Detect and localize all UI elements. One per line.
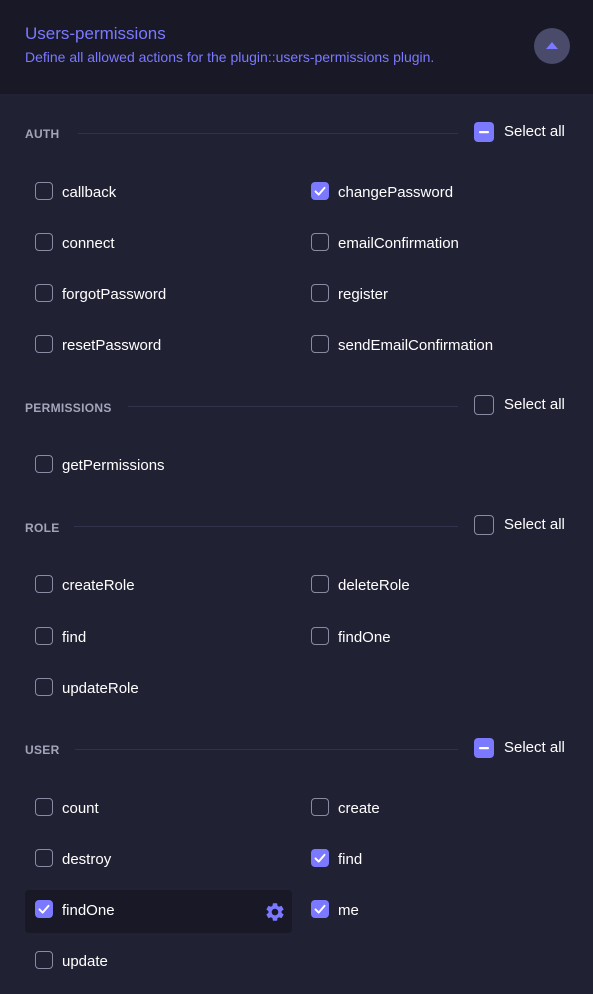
action-label: findOne	[338, 629, 391, 646]
checkbox[interactable]	[35, 951, 53, 969]
action-label: me	[338, 902, 359, 919]
action-auth-callback[interactable]: callback	[25, 181, 285, 205]
section-label-role: ROLE	[25, 521, 60, 535]
checkmark-icon	[314, 904, 326, 914]
action-label: deleteRole	[338, 577, 410, 594]
checkbox[interactable]	[35, 455, 53, 473]
action-label: update	[62, 953, 108, 970]
collapse-button[interactable]	[534, 28, 570, 64]
action-user-findone[interactable]: findOne	[25, 899, 255, 923]
action-user-create[interactable]: create	[301, 797, 561, 821]
checkbox[interactable]	[35, 182, 53, 200]
action-user-find[interactable]: find	[301, 848, 561, 872]
chevron-up-icon	[546, 42, 558, 49]
action-label: changePassword	[338, 184, 454, 201]
checkbox[interactable]	[35, 335, 53, 353]
section-label-user: USER	[25, 743, 60, 757]
action-label: count	[62, 800, 99, 817]
checkmark-icon	[38, 904, 50, 914]
action-label: forgotPassword	[62, 286, 167, 303]
checkbox[interactable]	[35, 627, 53, 645]
checkbox[interactable]	[311, 233, 329, 251]
action-auth-emailconfirmation[interactable]: emailConfirmation	[301, 232, 561, 256]
action-label: getPermissions	[62, 457, 165, 474]
checkbox[interactable]	[35, 233, 53, 251]
checkbox[interactable]	[311, 627, 329, 645]
checkbox[interactable]	[35, 678, 53, 696]
action-label: createRole	[62, 577, 135, 594]
select-all-checkbox[interactable]	[474, 395, 494, 415]
checkmark-icon	[314, 853, 326, 863]
action-label: resetPassword	[62, 337, 162, 354]
action-label: destroy	[62, 851, 112, 868]
checkbox[interactable]	[311, 335, 329, 353]
checkbox[interactable]	[311, 575, 329, 593]
action-auth-connect[interactable]: connect	[25, 232, 285, 256]
checkbox[interactable]	[35, 284, 53, 302]
action-user-me[interactable]: me	[301, 899, 561, 923]
checkbox[interactable]	[35, 798, 53, 816]
select-all-checkbox[interactable]	[474, 122, 494, 142]
section-divider	[128, 406, 458, 407]
checkbox[interactable]	[311, 849, 329, 867]
action-role-find[interactable]: find	[25, 626, 285, 650]
action-auth-forgotpassword[interactable]: forgotPassword	[25, 283, 285, 307]
action-role-updaterole[interactable]: updateRole	[25, 677, 285, 701]
action-auth-resetpassword[interactable]: resetPassword	[25, 334, 285, 358]
action-label: find	[62, 629, 87, 646]
checkbox[interactable]	[311, 798, 329, 816]
section-divider	[78, 133, 458, 134]
checkbox[interactable]	[35, 575, 53, 593]
section-divider	[75, 749, 458, 750]
action-label: create	[338, 800, 380, 817]
action-auth-register[interactable]: register	[301, 283, 561, 307]
plugin-subtitle: Define all allowed actions for the plugi…	[25, 49, 435, 65]
select-all-label: Select all	[504, 516, 565, 533]
select-all-checkbox[interactable]	[474, 738, 494, 758]
action-auth-changepassword[interactable]: changePassword	[301, 181, 561, 205]
action-label: findOne	[62, 902, 115, 919]
action-label: updateRole	[62, 680, 139, 697]
action-permissions-getpermissions[interactable]: getPermissions	[25, 454, 285, 478]
select-all-label: Select all	[504, 396, 565, 413]
action-role-createrole[interactable]: createRole	[25, 574, 285, 598]
checkbox[interactable]	[311, 900, 329, 918]
checkbox[interactable]	[35, 900, 53, 918]
select-all-label: Select all	[504, 123, 565, 140]
section-label-auth: AUTH	[25, 127, 60, 141]
section-divider	[74, 526, 458, 527]
plugin-header: Users-permissions Define all allowed act…	[0, 0, 593, 94]
action-label: callback	[62, 184, 117, 201]
minus-icon	[479, 747, 489, 750]
action-auth-sendemailconfirmation[interactable]: sendEmailConfirmation	[301, 334, 561, 358]
checkbox[interactable]	[311, 182, 329, 200]
action-user-destroy[interactable]: destroy	[25, 848, 285, 872]
gear-icon[interactable]	[264, 901, 286, 923]
checkmark-icon	[314, 186, 326, 196]
action-user-count[interactable]: count	[25, 797, 285, 821]
action-role-findone[interactable]: findOne	[301, 626, 561, 650]
checkbox[interactable]	[35, 849, 53, 867]
section-label-permissions: PERMISSIONS	[25, 401, 112, 415]
action-label: find	[338, 851, 363, 868]
action-label: connect	[62, 235, 115, 252]
checkbox[interactable]	[311, 284, 329, 302]
action-role-deleterole[interactable]: deleteRole	[301, 574, 561, 598]
action-user-update[interactable]: update	[25, 950, 285, 974]
select-all-label: Select all	[504, 739, 565, 756]
plugin-title: Users-permissions	[25, 24, 166, 43]
select-all-checkbox[interactable]	[474, 515, 494, 535]
minus-icon	[479, 131, 489, 134]
action-label: sendEmailConfirmation	[338, 337, 494, 354]
action-label: register	[338, 286, 389, 303]
action-label: emailConfirmation	[338, 235, 459, 252]
